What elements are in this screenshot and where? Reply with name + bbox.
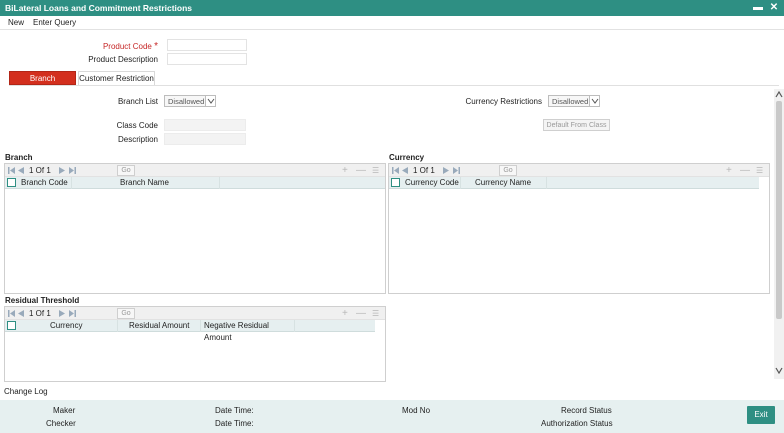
branch-list-select[interactable]: Disallowed	[164, 95, 216, 107]
branch-list-label: Branch List	[117, 97, 158, 106]
last-page-icon[interactable]	[69, 310, 76, 317]
class-description-input[interactable]	[164, 133, 246, 145]
residual-pager: 1 Of 1 Go + — ☰	[5, 307, 385, 320]
window-title: BiLateral Loans and Commitment Restricti…	[5, 3, 193, 13]
currency-table-header: Currency Code Currency Name	[389, 177, 759, 189]
mod-no-label: Mod No	[402, 406, 431, 415]
checker-date-time-label: Date Time:	[215, 419, 254, 428]
next-page-icon[interactable]	[443, 167, 449, 174]
previous-page-icon[interactable]	[18, 310, 24, 317]
change-log-label: Change Log	[4, 387, 48, 396]
menu-bar: New Enter Query	[0, 16, 784, 30]
enter-query-menu-item[interactable]: Enter Query	[33, 18, 76, 27]
branch-table-header: Branch Code Branch Name	[5, 177, 385, 189]
currency-pager: 1 Of 1 Go + — ☰	[389, 164, 769, 177]
branch-pager: 1 Of 1 Go + — ☰	[5, 164, 385, 177]
tab-customer-restriction[interactable]: Customer Restriction	[78, 71, 155, 85]
add-row-icon[interactable]: +	[342, 165, 348, 176]
col-branch-name[interactable]: Branch Name	[72, 177, 220, 189]
scrollbar-thumb[interactable]	[776, 101, 782, 319]
currency-restrictions-label: Currency Restrictions	[465, 97, 542, 106]
col-currency-code[interactable]: Currency Code	[389, 177, 461, 189]
branch-page-indicator: 1 Of 1	[29, 166, 51, 175]
tab-divider	[9, 85, 779, 86]
audit-footer: Maker Checker Date Time: Date Time: Mod …	[0, 400, 784, 433]
class-code-label: Class Code	[116, 121, 158, 130]
next-page-icon[interactable]	[59, 310, 65, 317]
currency-restrictions-select[interactable]: Disallowed	[548, 95, 600, 107]
delete-row-icon[interactable]: —	[356, 308, 366, 319]
title-bar: BiLateral Loans and Commitment Restricti…	[0, 0, 784, 16]
add-row-icon[interactable]: +	[342, 308, 348, 319]
delete-row-icon[interactable]: —	[740, 165, 750, 176]
col-currency[interactable]: Currency	[5, 320, 118, 332]
tab-branch-restriction[interactable]: Branch Restriction	[9, 71, 76, 96]
maker-label: Maker	[53, 406, 76, 415]
currency-go-button[interactable]: Go	[499, 165, 517, 176]
maker-date-time-label: Date Time:	[215, 406, 254, 415]
residual-go-button[interactable]: Go	[117, 308, 135, 319]
scroll-up-icon[interactable]	[775, 91, 783, 98]
branch-section-title: Branch	[5, 153, 33, 162]
residual-page-indicator: 1 Of 1	[29, 309, 51, 318]
add-row-icon[interactable]: +	[726, 165, 732, 176]
list-view-icon[interactable]: ☰	[756, 166, 763, 175]
class-code-input[interactable]	[164, 119, 246, 131]
checker-label: Checker	[46, 419, 76, 428]
branch-list-value: Disallowed	[168, 97, 205, 106]
chevron-down-icon	[589, 96, 599, 106]
scroll-down-icon[interactable]	[775, 367, 783, 374]
currency-panel: 1 Of 1 Go + — ☰ Currency Code Currency N…	[388, 163, 770, 294]
first-page-icon[interactable]	[392, 167, 399, 174]
product-code-input[interactable]	[167, 39, 247, 51]
next-page-icon[interactable]	[59, 167, 65, 174]
vertical-scrollbar[interactable]	[774, 89, 784, 379]
product-code-label: Product Code *	[80, 41, 158, 52]
class-description-label: Description	[117, 135, 158, 144]
default-from-class-button[interactable]: Default From Class	[543, 119, 610, 131]
previous-page-icon[interactable]	[402, 167, 408, 174]
currency-restrictions-value: Disallowed	[552, 97, 589, 106]
product-description-input[interactable]	[167, 53, 247, 65]
first-page-icon[interactable]	[8, 167, 15, 174]
chevron-down-icon	[205, 96, 215, 106]
branch-go-button[interactable]: Go	[117, 165, 135, 176]
new-menu-item[interactable]: New	[8, 18, 24, 27]
previous-page-icon[interactable]	[18, 167, 24, 174]
exit-button[interactable]: Exit	[747, 406, 775, 424]
col-currency-name[interactable]: Currency Name	[461, 177, 547, 189]
required-mark: *	[154, 41, 158, 52]
residual-section-title: Residual Threshold	[5, 296, 80, 305]
col-negative-residual-amount[interactable]: Negative Residual Amount	[201, 320, 295, 342]
currency-section-title: Currency	[389, 153, 425, 162]
branch-panel: 1 Of 1 Go + — ☰ Branch Code Branch Name	[4, 163, 386, 294]
delete-row-icon[interactable]: —	[356, 165, 366, 176]
product-description-label: Product Description	[88, 55, 158, 64]
last-page-icon[interactable]	[453, 167, 460, 174]
currency-page-indicator: 1 Of 1	[413, 166, 435, 175]
first-page-icon[interactable]	[8, 310, 15, 317]
authorization-status-label: Authorization Status	[541, 419, 613, 428]
minimize-icon[interactable]: ▬	[752, 1, 764, 14]
list-view-icon[interactable]: ☰	[372, 309, 379, 318]
close-icon[interactable]: ✕	[768, 1, 780, 14]
list-view-icon[interactable]: ☰	[372, 166, 379, 175]
col-branch-code[interactable]: Branch Code	[5, 177, 72, 189]
col-residual-amount[interactable]: Residual Amount	[118, 320, 201, 332]
residual-table-header: Currency Residual Amount Negative Residu…	[5, 320, 375, 342]
residual-panel: 1 Of 1 Go + — ☰ Currency Residual Amount…	[4, 306, 386, 382]
last-page-icon[interactable]	[69, 167, 76, 174]
record-status-label: Record Status	[561, 406, 612, 415]
product-code-label-text: Product Code	[102, 42, 152, 51]
